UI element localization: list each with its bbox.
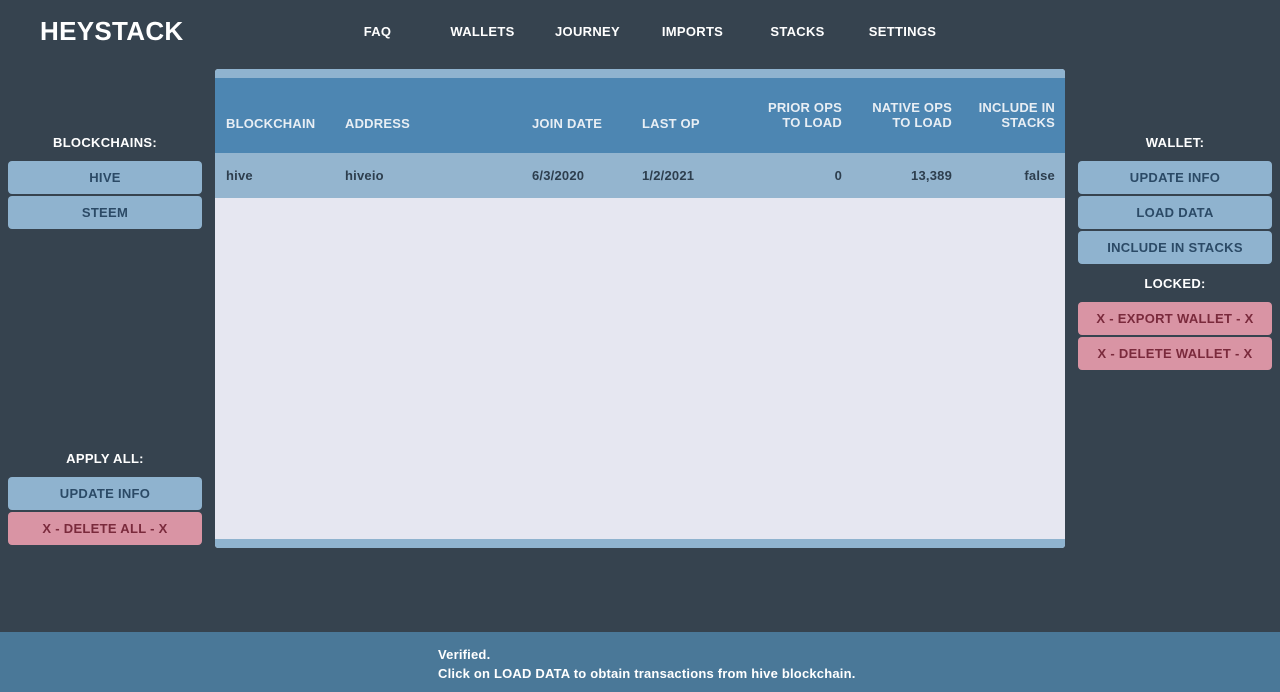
wallet-label: WALLET: — [1145, 135, 1205, 150]
nav-wallets[interactable]: WALLETS — [430, 24, 535, 39]
main-nav: FAQ WALLETS JOURNEY IMPORTS STACKS SETTI… — [325, 24, 955, 39]
table-row[interactable]: hive hiveio 6/3/2020 1/2/2021 0 13,389 f… — [215, 153, 1065, 198]
wallet-update-info-button[interactable]: UPDATE INFO — [1078, 161, 1272, 194]
header-address[interactable]: ADDRESS — [345, 116, 410, 131]
export-wallet-button[interactable]: X - EXPORT WALLET - X — [1078, 302, 1272, 335]
cell-include: false — [1024, 168, 1055, 183]
nav-faq[interactable]: FAQ — [325, 24, 430, 39]
header-native-ops-line1: NATIVE OPS — [872, 100, 952, 115]
delete-all-button[interactable]: X - DELETE ALL - X — [8, 512, 202, 545]
app-logo[interactable]: HEYSTACK — [40, 16, 183, 47]
locked-label: LOCKED: — [1144, 276, 1206, 291]
apply-all-update-info-button[interactable]: UPDATE INFO — [8, 477, 202, 510]
header-prior-ops-line2: TO LOAD — [782, 115, 842, 130]
apply-all-label: APPLY ALL: — [66, 451, 144, 466]
header-blockchain[interactable]: BLOCKCHAIN — [226, 116, 315, 131]
blockchain-hive-button[interactable]: HIVE — [8, 161, 202, 194]
nav-settings[interactable]: SETTINGS — [850, 24, 955, 39]
blockchains-label: BLOCKCHAINS: — [53, 135, 157, 150]
header-native-ops[interactable]: NATIVE OPS TO LOAD — [872, 100, 952, 130]
cell-native-ops: 13,389 — [911, 168, 952, 183]
header-join-date[interactable]: JOIN DATE — [532, 116, 602, 131]
header-prior-ops-line1: PRIOR OPS — [767, 100, 842, 115]
status-bar: Verified. Click on LOAD DATA to obtain t… — [0, 632, 1280, 692]
table-top-strip — [215, 69, 1065, 78]
nav-stacks[interactable]: STACKS — [745, 24, 850, 39]
cell-last-op: 1/2/2021 — [642, 168, 695, 183]
cell-join-date: 6/3/2020 — [532, 168, 585, 183]
table-bottom-strip — [215, 539, 1065, 548]
header-native-ops-line2: TO LOAD — [892, 115, 952, 130]
wallets-table: BLOCKCHAIN ADDRESS JOIN DATE LAST OP PRI… — [215, 69, 1065, 548]
cell-prior-ops: 0 — [834, 168, 842, 183]
cell-blockchain: hive — [226, 168, 253, 183]
load-data-button[interactable]: LOAD DATA — [1078, 196, 1272, 229]
header-prior-ops[interactable]: PRIOR OPS TO LOAD — [768, 100, 842, 130]
nav-journey[interactable]: JOURNEY — [535, 24, 640, 39]
blockchain-steem-button[interactable]: STEEM — [8, 196, 202, 229]
status-line-1: Verified. — [438, 647, 491, 662]
nav-imports[interactable]: IMPORTS — [640, 24, 745, 39]
cell-address: hiveio — [345, 168, 384, 183]
status-line-2: Click on LOAD DATA to obtain transaction… — [438, 666, 856, 681]
include-in-stacks-button[interactable]: INCLUDE IN STACKS — [1078, 231, 1272, 264]
delete-wallet-button[interactable]: X - DELETE WALLET - X — [1078, 337, 1272, 370]
header-last-op[interactable]: LAST OP — [642, 116, 700, 131]
header-include-line1: INCLUDE IN — [978, 100, 1055, 115]
table-header: BLOCKCHAIN ADDRESS JOIN DATE LAST OP PRI… — [215, 78, 1065, 153]
header-include-in-stacks[interactable]: INCLUDE IN STACKS — [979, 100, 1055, 130]
app-root: HEYSTACK FAQ WALLETS JOURNEY IMPORTS STA… — [0, 0, 1280, 692]
header-include-line2: STACKS — [1001, 115, 1055, 130]
